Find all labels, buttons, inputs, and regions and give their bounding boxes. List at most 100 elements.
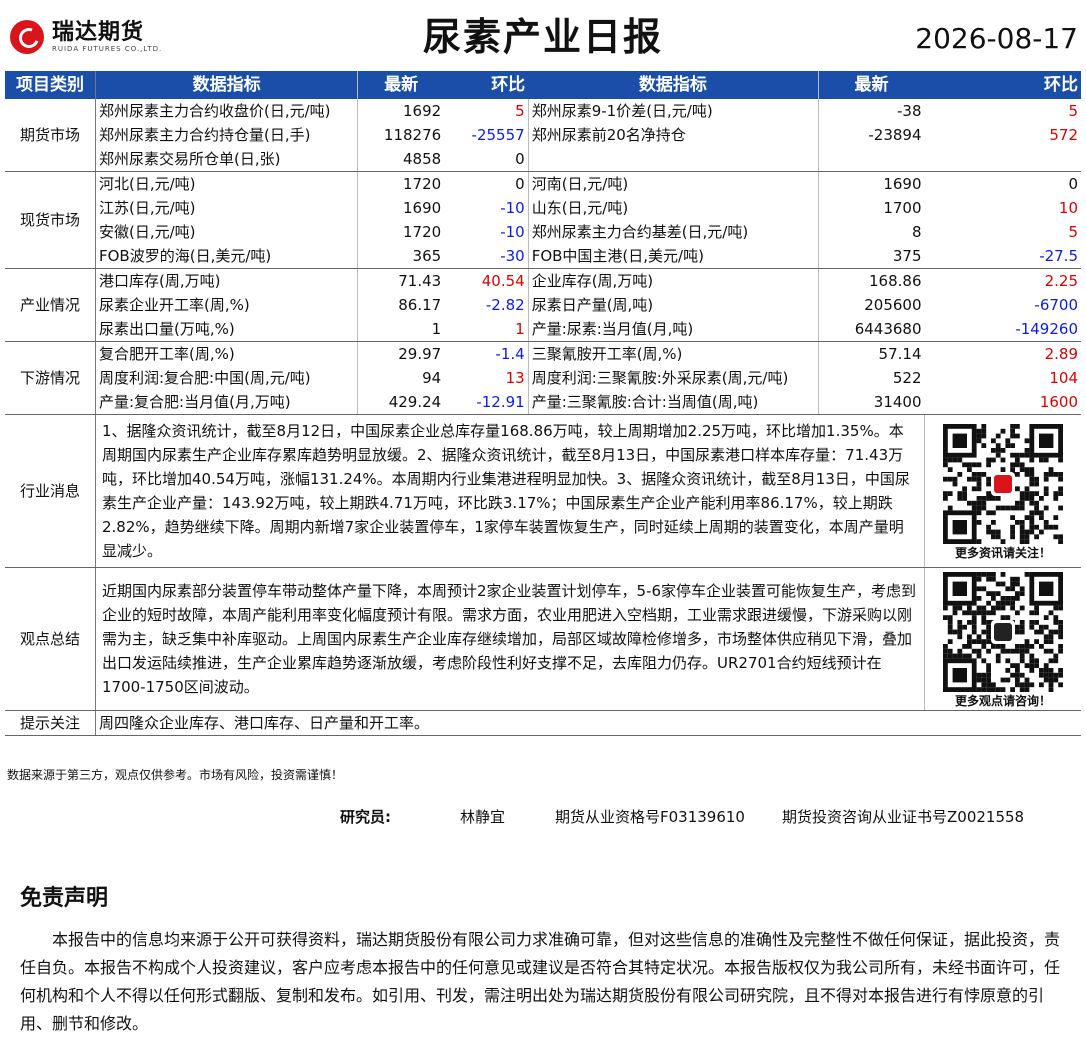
change-value: -1.4 xyxy=(444,341,529,366)
latest-value: 6443680 xyxy=(818,317,925,342)
indicator-name: 郑州尿素主力合约持仓量(日,手) xyxy=(95,123,359,147)
indicator-name: 郑州尿素前20名净持仓 xyxy=(528,123,819,147)
table-row: 郑州尿素主力合约持仓量(日,手) 118276 -25557 郑州尿素前20名净持仓 -… xyxy=(5,123,1081,147)
indicator-name: 产量:复合肥:当月值(月,万吨) xyxy=(95,390,359,415)
change-value: 40.54 xyxy=(444,268,529,293)
change-value: 0 xyxy=(444,147,529,172)
latest-value: 375 xyxy=(818,244,925,269)
tips-row: 提示关注 周四隆众企业库存、港口库存、日产量和开工率。 xyxy=(5,710,1081,736)
qr-caption: 更多观点请咨询！ xyxy=(954,694,1051,708)
industry-news-row: 行业消息 1、据隆众资讯统计，截至8月12日，中国尿素企业总库存量168.86万… xyxy=(5,414,1081,568)
latest-value: 57.14 xyxy=(878,345,922,363)
disclaimer-text: 本报告中的信息均来源于公开可获得资料，瑞达期货股份有限公司力求准确可靠，但对这些… xyxy=(20,930,1061,1033)
table-row: 江苏(日,元/吨) 1690 -10 山东(日,元/吨) 1700 10 xyxy=(5,196,1081,220)
latest-value: -38 xyxy=(897,102,922,120)
change-value: -149260 xyxy=(924,317,1081,342)
latest-value: 429.24 xyxy=(357,390,445,415)
change-value: 10 xyxy=(1058,199,1078,217)
indicator-name: 尿素出口量(万吨,%) xyxy=(95,317,359,342)
latest-value: 1 xyxy=(357,317,445,342)
indicator-name: 周度利润:三聚氰胺:外采尿素(周,元/吨) xyxy=(528,366,819,390)
report-date: 2026-08-17 xyxy=(915,22,1078,55)
indicator-name: 企业库存(周,万吨) xyxy=(528,268,819,293)
qr-code-icon xyxy=(943,572,1063,692)
change-value: 5 xyxy=(1068,102,1078,120)
change-value: -30 xyxy=(444,244,529,269)
category-cell: 下游情况 xyxy=(5,341,96,415)
change-value: 13 xyxy=(444,366,529,390)
latest-value xyxy=(818,147,925,172)
latest-value: 86.17 xyxy=(398,296,442,314)
latest-value: 522 xyxy=(892,369,922,387)
report-header: 瑞达期货 RUIDA FUTURES CO.,LTD. 尿素产业日报 2026-… xyxy=(0,0,1086,68)
header-indicator-left: 数据指标 xyxy=(95,71,359,99)
table-row: 下游情况 复合肥开工率(周,%) 29.97 -1.4 三聚氰胺开工率(周,%) 57.1… xyxy=(5,341,1081,415)
indicator-name: 河南(日,元/吨) xyxy=(528,171,819,196)
license-number: 期货从业资格号F03139610 xyxy=(555,808,745,826)
indicator-name xyxy=(528,147,819,172)
industry-news-text: 1、据隆众资讯统计，截至8月12日，中国尿素企业总库存量168.86万吨，较上周… xyxy=(95,414,925,568)
latest-value: 205600 xyxy=(864,296,922,314)
indicator-name: 安徽(日,元/吨) xyxy=(95,220,359,244)
change-value: -6700 xyxy=(1034,296,1078,314)
latest-value: 1700 xyxy=(883,199,922,217)
researcher-name: 林静宜 xyxy=(460,808,506,826)
category-cell: 现货市场 xyxy=(5,171,96,269)
tips-text: 周四隆众企业库存、港口库存、日产量和开工率。 xyxy=(95,710,1081,736)
change-value: -27.5 xyxy=(924,244,1081,269)
table-row: 产量:复合肥:当月值(月,万吨) 429.24 -12.91 产量:三聚氰胺:合计:当… xyxy=(5,390,1081,415)
change-value: 2.25 xyxy=(1044,272,1078,290)
latest-value: 168.86 xyxy=(869,272,922,290)
change-value: 2.89 xyxy=(1044,345,1078,363)
tips-label: 提示关注 xyxy=(5,710,96,736)
table-row: 期货市场 郑州尿素主力合约收盘价(日,元/吨) 1692 5 郑州尿素9-1价差(日,元… xyxy=(5,99,1081,172)
change-value: 0 xyxy=(1068,175,1078,193)
header-latest-left: 最新 xyxy=(357,71,445,99)
viewpoint-label: 观点总结 xyxy=(5,567,96,711)
latest-value: 1692 xyxy=(403,102,442,120)
change-value: 1 xyxy=(444,317,529,342)
indicator-name: 郑州尿素主力合约收盘价(日,元/吨) xyxy=(95,99,359,123)
indicator-name: 郑州尿素9-1价差(日,元/吨) xyxy=(528,99,819,123)
latest-value: 365 xyxy=(357,244,445,269)
indicator-name: 港口库存(周,万吨) xyxy=(95,268,359,293)
latest-value: -23894 xyxy=(868,126,922,144)
latest-value: 31400 xyxy=(818,390,925,415)
change-value: -10 xyxy=(444,196,529,220)
change-value: -25557 xyxy=(444,123,529,147)
table-row: 安徽(日,元/吨) 1720 -10 郑州尿素主力合约基差(日,元/吨) 8 5 xyxy=(5,220,1081,244)
header-latest-right: 最新 xyxy=(818,71,925,99)
table-row: FOB波罗的海(日,美元/吨) 365 -30 FOB中国主港(日,美元/吨) 375-… xyxy=(5,244,1081,269)
header-category: 项目类别 xyxy=(5,71,96,99)
viewpoint-row: 观点总结 近期国内尿素部分装置停车带动整体产量下降，本周预计2家企业装置计划停车… xyxy=(5,567,1081,711)
indicator-name: 山东(日,元/吨) xyxy=(528,196,819,220)
data-table: 项目类别 数据指标 最新 环比 数据指标 最新 环比 期货市场 郑州尿素主力合约收… xyxy=(5,71,1081,736)
indicator-name: 江苏(日,元/吨) xyxy=(95,196,359,220)
change-value: 5 xyxy=(444,99,529,123)
latest-value: 4858 xyxy=(357,147,445,172)
table-row: 郑州尿素交易所仓单(日,张) 4858 0 xyxy=(5,147,1081,172)
change-value: 572 xyxy=(1049,126,1078,144)
indicator-name: FOB波罗的海(日,美元/吨) xyxy=(95,244,359,269)
change-value: -10 xyxy=(444,220,529,244)
latest-value: 8 xyxy=(911,223,922,241)
latest-value: 29.97 xyxy=(398,345,442,363)
latest-value: 71.43 xyxy=(398,272,442,290)
change-value: 5 xyxy=(1068,223,1078,241)
table-row: 尿素出口量(万吨,%) 1 1 产量:尿素:当月值(月,吨) 6443680 -14926… xyxy=(5,317,1081,342)
header-change-left: 环比 xyxy=(444,71,529,99)
change-value: -12.91 xyxy=(444,390,529,415)
researcher-label: 研究员: xyxy=(340,808,391,826)
change-value: 1600 xyxy=(924,390,1081,415)
latest-value: 118276 xyxy=(383,126,442,144)
disclaimer-title: 免责声明 xyxy=(20,886,109,911)
latest-value: 1690 xyxy=(883,175,922,193)
indicator-name: 产量:尿素:当月值(月,吨) xyxy=(528,317,819,342)
indicator-name: 河北(日,元/吨) xyxy=(95,171,359,196)
latest-value: 94 xyxy=(422,369,442,387)
table-body: 期货市场 郑州尿素主力合约收盘价(日,元/吨) 1692 5 郑州尿素9-1价差(日,元… xyxy=(5,99,1081,415)
table-row: 产业情况 港口库存(周,万吨) 71.43 40.54 企业库存(周,万吨) 168.86… xyxy=(5,268,1081,342)
indicator-name: 复合肥开工率(周,%) xyxy=(95,341,359,366)
industry-news-label: 行业消息 xyxy=(5,414,96,568)
latest-value: 1720 xyxy=(403,175,442,193)
